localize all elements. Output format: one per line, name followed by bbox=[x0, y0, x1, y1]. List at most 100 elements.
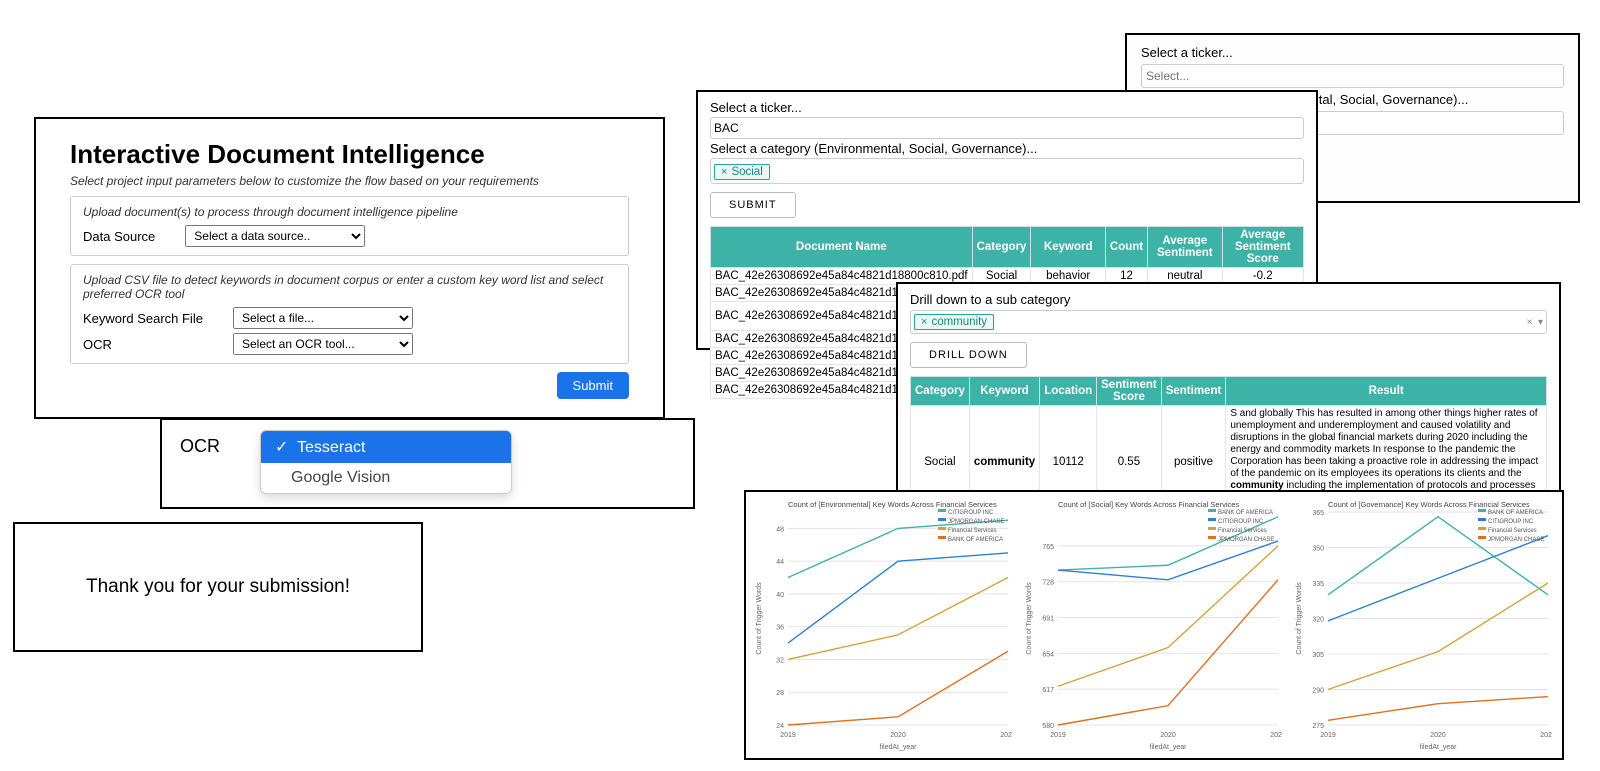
submit-button-filter[interactable]: SUBMIT bbox=[710, 192, 796, 218]
page-title: Interactive Document Intelligence bbox=[70, 139, 629, 170]
svg-text:Financial Services: Financial Services bbox=[948, 528, 997, 534]
charts-panel: Count of [Environmental] Key Words Acros… bbox=[744, 490, 1564, 760]
ticker-input[interactable] bbox=[710, 117, 1304, 139]
svg-text:BANK OF AMERICA: BANK OF AMERICA bbox=[1218, 510, 1273, 516]
col-header: Sentiment Score bbox=[1097, 377, 1162, 406]
col-header: Document Name bbox=[711, 227, 973, 268]
svg-text:48: 48 bbox=[776, 526, 784, 533]
svg-text:2021: 2021 bbox=[1000, 732, 1012, 739]
svg-text:617: 617 bbox=[1042, 687, 1054, 694]
close-icon[interactable]: × bbox=[921, 316, 927, 328]
chip-social[interactable]: ×Social bbox=[714, 164, 770, 180]
svg-text:Count of Trigger Words: Count of Trigger Words bbox=[756, 582, 763, 655]
keyword-card: Upload CSV file to detect keywords in do… bbox=[70, 264, 629, 364]
col-header: Category bbox=[972, 227, 1031, 268]
category-chip-box[interactable]: ×Social bbox=[710, 158, 1304, 184]
svg-text:765: 765 bbox=[1042, 544, 1054, 551]
chip-community[interactable]: ×community bbox=[914, 314, 994, 330]
svg-text:Count of [Governance] Key Word: Count of [Governance] Key Words Across F… bbox=[1328, 500, 1530, 509]
svg-text:44: 44 bbox=[776, 559, 784, 566]
ocr-option-tesseract[interactable]: ✓ Tesseract bbox=[261, 431, 511, 463]
ocr-label: OCR bbox=[83, 337, 203, 352]
svg-text:Financial Services: Financial Services bbox=[1218, 528, 1267, 534]
svg-text:2019: 2019 bbox=[1320, 732, 1336, 739]
col-header: Count bbox=[1105, 227, 1147, 268]
chart-0: Count of [Environmental] Key Words Acros… bbox=[752, 498, 1012, 753]
drill-chip-box[interactable]: ×community × ▾ bbox=[910, 310, 1547, 334]
svg-text:2020: 2020 bbox=[1430, 732, 1446, 739]
drill-panel: Drill down to a sub category ×community … bbox=[896, 282, 1561, 497]
page-subtitle: Select project input parameters below to… bbox=[70, 174, 629, 188]
thank-you-panel: Thank you for your submission! bbox=[13, 522, 423, 652]
svg-text:40: 40 bbox=[776, 592, 784, 599]
col-header: Sentiment bbox=[1161, 377, 1226, 406]
svg-text:filedAt_year: filedAt_year bbox=[1420, 744, 1458, 751]
svg-text:275: 275 bbox=[1312, 723, 1324, 730]
col-header: Result bbox=[1226, 377, 1547, 406]
upload-card: Upload document(s) to process through do… bbox=[70, 196, 629, 256]
ocr-dropdown-menu[interactable]: ✓ Tesseract Google Vision bbox=[260, 430, 512, 494]
svg-text:36: 36 bbox=[776, 625, 784, 632]
svg-text:2020: 2020 bbox=[1160, 732, 1176, 739]
upload-instruction: Upload document(s) to process through do… bbox=[83, 205, 616, 219]
svg-text:335: 335 bbox=[1312, 581, 1324, 588]
svg-text:691: 691 bbox=[1042, 616, 1054, 623]
svg-text:2021: 2021 bbox=[1270, 732, 1282, 739]
svg-text:320: 320 bbox=[1312, 617, 1324, 624]
svg-text:32: 32 bbox=[776, 657, 784, 664]
data-source-label: Data Source bbox=[83, 229, 155, 244]
svg-text:filedAt_year: filedAt_year bbox=[1150, 744, 1188, 751]
ticker-label: Select a ticker... bbox=[710, 100, 1304, 115]
col-header: Average Sentiment Score bbox=[1222, 227, 1304, 268]
drill-down-button[interactable]: DRILL DOWN bbox=[910, 342, 1027, 368]
col-header: Keyword bbox=[1031, 227, 1105, 268]
check-icon: ✓ bbox=[275, 439, 288, 456]
svg-text:2021: 2021 bbox=[1540, 732, 1552, 739]
svg-text:BANK OF AMERICA: BANK OF AMERICA bbox=[948, 537, 1003, 543]
col-header: Average Sentiment bbox=[1148, 227, 1222, 268]
ocr-dropdown-label: OCR bbox=[180, 436, 220, 457]
svg-text:filedAt_year: filedAt_year bbox=[880, 744, 918, 751]
svg-text:BANK OF AMERICA: BANK OF AMERICA bbox=[1488, 510, 1543, 516]
svg-text:365: 365 bbox=[1312, 510, 1324, 517]
svg-text:Count of Trigger Words: Count of Trigger Words bbox=[1026, 582, 1033, 655]
svg-text:Count of Trigger Words: Count of Trigger Words bbox=[1296, 582, 1303, 655]
svg-text:350: 350 bbox=[1312, 546, 1324, 553]
svg-text:CITIGROUP INC: CITIGROUP INC bbox=[1488, 519, 1534, 525]
keyword-file-select[interactable]: Select a file... bbox=[233, 307, 413, 329]
svg-text:728: 728 bbox=[1042, 580, 1054, 587]
svg-text:Financial Services: Financial Services bbox=[1488, 528, 1537, 534]
col-header: Category bbox=[911, 377, 970, 406]
ocr-select[interactable]: Select an OCR tool... bbox=[233, 333, 413, 355]
chart-1: Count of [Social] Key Words Across Finan… bbox=[1022, 498, 1282, 753]
ocr-option-google-vision[interactable]: Google Vision bbox=[261, 463, 511, 493]
drill-label: Drill down to a sub category bbox=[910, 292, 1547, 307]
svg-text:2019: 2019 bbox=[780, 732, 796, 739]
keyword-file-label: Keyword Search File bbox=[83, 311, 203, 326]
svg-text:JPMORGAN CHASE: JPMORGAN CHASE bbox=[1488, 537, 1544, 543]
clear-icon[interactable]: × ▾ bbox=[1527, 317, 1543, 328]
svg-text:Count of [Social] Key Words Ac: Count of [Social] Key Words Across Finan… bbox=[1058, 500, 1239, 509]
svg-text:24: 24 bbox=[776, 723, 784, 730]
col-header: Location bbox=[1040, 377, 1097, 406]
col-header: Keyword bbox=[969, 377, 1039, 406]
svg-text:Count of [Environmental] Key W: Count of [Environmental] Key Words Acros… bbox=[788, 500, 997, 509]
ticker-label-blank: Select a ticker... bbox=[1141, 45, 1564, 60]
svg-text:CITIGROUP INC: CITIGROUP INC bbox=[948, 510, 994, 516]
category-label: Select a category (Environmental, Social… bbox=[710, 141, 1304, 156]
data-source-select[interactable]: Select a data source.. bbox=[185, 225, 365, 247]
submit-button[interactable]: Submit bbox=[557, 372, 629, 399]
svg-text:2020: 2020 bbox=[890, 732, 906, 739]
svg-text:28: 28 bbox=[776, 690, 784, 697]
svg-text:JPMORGAN CHASE: JPMORGAN CHASE bbox=[1218, 537, 1274, 543]
ocr-dropdown-panel: OCR ✓ Tesseract Google Vision bbox=[160, 418, 695, 509]
svg-text:JPMORGAN CHASE: JPMORGAN CHASE bbox=[948, 519, 1004, 525]
svg-text:290: 290 bbox=[1312, 688, 1324, 695]
svg-text:CITIGROUP INC: CITIGROUP INC bbox=[1218, 519, 1264, 525]
form-panel: Interactive Document Intelligence Select… bbox=[34, 117, 665, 419]
keyword-instruction: Upload CSV file to detect keywords in do… bbox=[83, 273, 616, 301]
ticker-input-blank[interactable] bbox=[1141, 64, 1564, 88]
svg-text:580: 580 bbox=[1042, 723, 1054, 730]
svg-text:2019: 2019 bbox=[1050, 732, 1066, 739]
close-icon[interactable]: × bbox=[721, 166, 727, 178]
